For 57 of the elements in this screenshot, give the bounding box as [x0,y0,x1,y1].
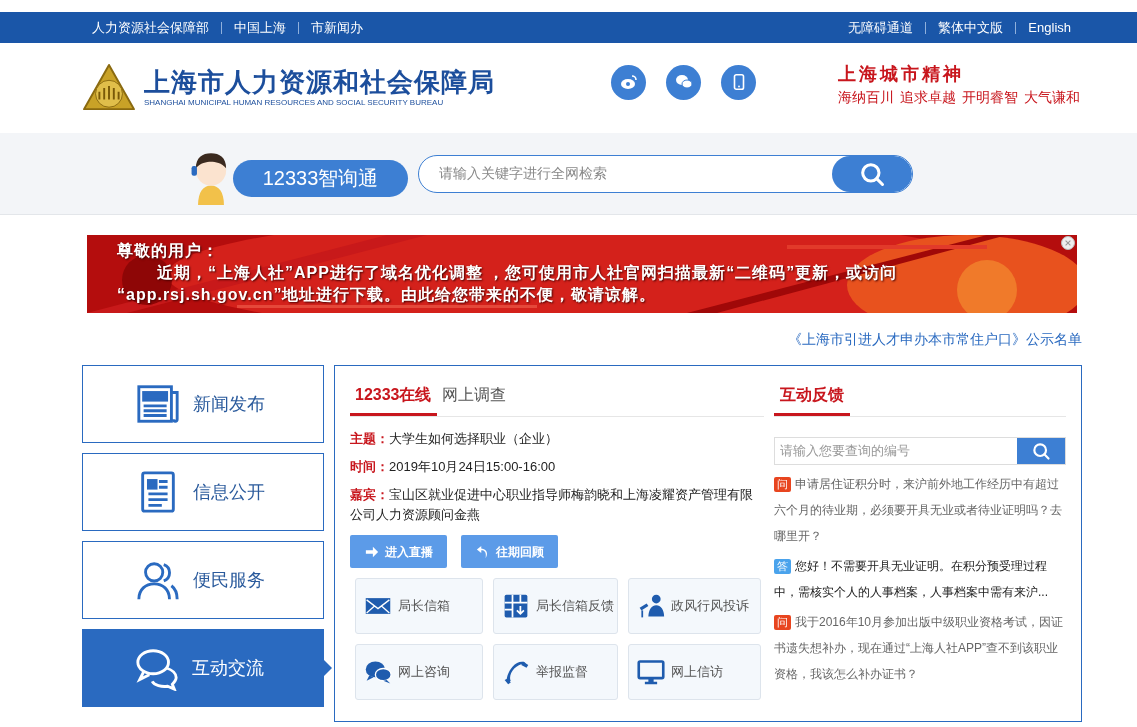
service-tile[interactable]: 网上信访 [628,644,761,700]
top-link[interactable]: 繁体中文版 [938,17,1004,38]
spirit-slogan: 大气谦和 [1024,88,1080,107]
panel-tab[interactable]: 网上调查 [436,365,511,416]
panel-tab[interactable]: 12333在线 [350,365,437,416]
banner-text: “app.rsj.sh.gov.cn”地址进行下载。由此给您带来的不便，敬请谅解。 [117,285,657,305]
search-icon [1031,441,1051,461]
topic-info: 嘉宾：宝山区就业促进中心职业指导师梅韵晓和上海凌耀资产管理有限公司人力资源顾问金燕 [350,486,754,524]
search-field[interactable]: 请输入关键字进行全网检索 [419,163,832,184]
spirit-slogan: 开明睿智 [962,88,1018,107]
question-badge: 问 [774,615,791,630]
service-tile[interactable]: 局长信箱反馈 [493,578,618,634]
answer-text[interactable]: 答 您好！不需要开具无业证明。在积分预受理过程中，需核实个人的人事档案，人事档案中需有来沪... [774,553,1066,605]
service-tile[interactable]: 局长信箱 [355,578,483,634]
top-link[interactable]: 无障碍通道 [848,17,914,38]
banner-greeting: 尊敬的用户： [117,241,219,261]
top-link[interactable]: 市新闻办 [311,17,363,38]
spirit-slogan: 海纳百川 [838,88,894,107]
undo-icon [475,544,490,559]
service-tile[interactable]: 政风行风投诉 [628,578,761,634]
sidebar-item[interactable]: 信息公开 [82,453,324,531]
microphone-person-icon [637,592,665,620]
question-text[interactable]: 问 我于2016年10月参加出版中级职业资格考试，因证书遗失想补办，现在通过“上海人社APP”查不到该职业资格，我该怎么补办证书？ [774,609,1066,687]
site-subtitle: SHANGHAI MUNICIPAL HUMAN RESOURCES AND SOCIAL SECURITY BUREAU [144,97,445,109]
question-text[interactable]: 问 申请居住证积分时，来沪前外地工作经历中有超过六个月的待业期，必须要开具无业或者待业证明吗？去哪里开？ [774,471,1066,549]
sidebar-item[interactable]: 新闻发布 [82,365,324,443]
wechat-icon[interactable] [666,64,701,100]
question-badge: 问 [774,477,791,492]
topic-info: 主题：大学生如何选择职业（企业） [350,430,559,448]
site-title: 上海市人力资源和社会保障局 [144,67,495,97]
spirit-title: 上海城市精神 [838,62,964,86]
weibo-icon[interactable] [611,64,646,100]
spirit-slogan: 追求卓越 [900,88,956,107]
ticker-link[interactable]: 《上海市引进人才申办本市常住户口》公示名单 [788,328,1082,350]
arrow-right-icon [364,544,379,559]
site-search[interactable]: 请输入关键字进行全网检索 [418,154,913,193]
pointer-arrow-icon [324,660,332,676]
sidebar-item[interactable]: 便民服务 [82,541,324,619]
monitor-icon [637,658,665,686]
mobile-icon[interactable] [721,64,756,100]
top-link[interactable]: 中国上海 [234,17,286,38]
topic-info: 时间：2019年10月24日15:00-16:00 [350,458,557,476]
emblem-icon [82,63,136,113]
answer-badge: 答 [774,559,791,574]
top-link[interactable]: English [1028,17,1071,38]
sidebar-item[interactable]: 互动交流 [82,629,324,707]
service-tile[interactable]: 网上咨询 [355,644,483,700]
feedback-title: 互动反馈 [774,365,850,416]
search-field[interactable]: 请输入您要查询的编号 [775,438,1017,464]
assistant-badge[interactable]: 12333智询通 [233,159,408,197]
service-tile[interactable]: 举报监督 [493,644,618,700]
top-link[interactable]: 人力资源社会保障部 [92,17,209,38]
search-button[interactable] [832,155,912,192]
calendar-icon [502,592,530,620]
search-button[interactable] [1017,438,1065,464]
banner-text: 近期，“上海人社”APP进行了域名优化调整 ，您可使用市人社官网扫描最新“二维码”更新，或访问 [157,263,898,283]
feedback-search[interactable]: 请输入您要查询的编号 [774,437,1066,465]
